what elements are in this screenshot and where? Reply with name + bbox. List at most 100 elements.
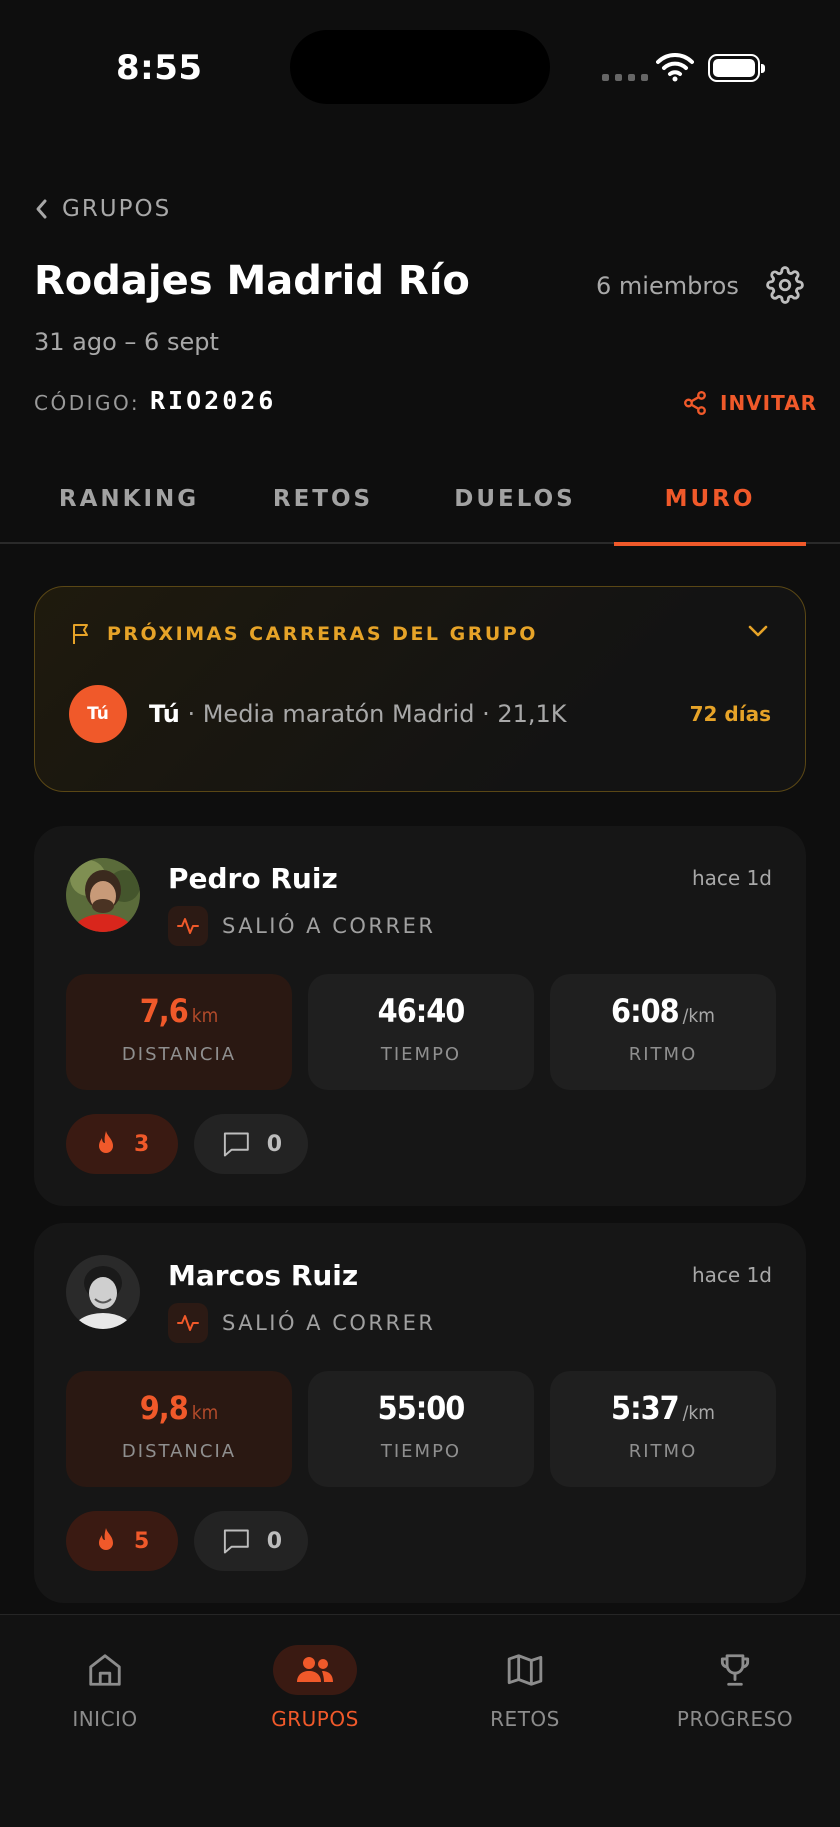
tab-duelos[interactable]: DUELOS — [420, 480, 610, 544]
comment-button[interactable]: 0 — [194, 1114, 308, 1174]
collapse-toggle[interactable] — [747, 623, 769, 642]
stat-unit: km — [191, 1402, 219, 1424]
stat-unit: /km — [682, 1005, 715, 1027]
fire-count: 5 — [134, 1528, 150, 1554]
race-avatar: Tú — [69, 685, 127, 743]
comment-icon — [223, 1132, 249, 1157]
nav-label: INICIO — [72, 1707, 138, 1731]
stat-distance: 9,8 km DISTANCIA — [66, 1371, 292, 1487]
battery-icon — [708, 54, 765, 82]
upcoming-races-header: PRÓXIMAS CARRERAS DEL GRUPO — [69, 621, 538, 647]
nav-label: RETOS — [490, 1707, 560, 1731]
stat-distance: 7,6 km DISTANCIA — [66, 974, 292, 1090]
comment-button[interactable]: 0 — [194, 1511, 308, 1571]
invite-button[interactable]: INVITAR — [682, 389, 817, 417]
time-ago: hace 1d — [691, 866, 772, 890]
gear-icon — [766, 266, 804, 304]
avatar[interactable] — [66, 1255, 140, 1329]
race-detail: · Media maratón Madrid · 21,1K — [179, 700, 567, 728]
fire-icon — [99, 1528, 113, 1550]
runner-name[interactable]: Marcos Ruiz — [168, 1259, 358, 1292]
upcoming-races-title: PRÓXIMAS CARRERAS DEL GRUPO — [107, 623, 538, 645]
race-item[interactable]: Tú Tú · Media maratón Madrid · 21,1K 72 … — [69, 685, 771, 743]
stat-label: DISTANCIA — [121, 1044, 237, 1065]
activity-card[interactable]: Marcos Ruiz hace 1d SALIÓ A CORRER 9,8 km… — [34, 1223, 806, 1603]
nav-grupos[interactable]: GRUPOS — [240, 1645, 390, 1731]
upcoming-races-card[interactable]: PRÓXIMAS CARRERAS DEL GRUPO Tú Tú · Medi… — [34, 586, 806, 792]
race-description: Tú · Media maratón Madrid · 21,1K — [149, 700, 567, 728]
race-runner: Tú — [149, 700, 180, 728]
group-tabs: RANKING RETOS DUELOS MURO — [0, 480, 840, 546]
users-icon — [297, 1657, 333, 1682]
group-title: Rodajes Madrid Río — [34, 258, 470, 304]
fire-icon — [99, 1131, 113, 1153]
back-label: GRUPOS — [62, 196, 172, 222]
stat-label: TIEMPO — [380, 1044, 462, 1065]
flag-icon — [73, 624, 88, 644]
invite-label: INVITAR — [720, 391, 818, 415]
wifi-icon — [656, 52, 694, 86]
chevron-left-icon — [36, 199, 47, 219]
activity-card[interactable]: Pedro Ruiz hace 1d SALIÓ A CORRER 7,6 km … — [34, 826, 806, 1206]
fire-count: 3 — [134, 1131, 150, 1157]
stat-value: 9,8 — [139, 1389, 189, 1427]
fire-reaction-button[interactable]: 5 — [66, 1511, 178, 1571]
reactions-row: 3 0 — [66, 1114, 308, 1174]
stat-time: 55:00 TIEMPO — [308, 1371, 534, 1487]
stat-value: 7,6 — [139, 992, 189, 1030]
stat-unit: /km — [682, 1402, 715, 1424]
map-icon — [507, 1654, 543, 1686]
stat-label: RITMO — [628, 1044, 698, 1065]
stat-value: 5:37 — [611, 1389, 680, 1427]
stat-label: RITMO — [628, 1441, 698, 1462]
activity-label: SALIÓ A CORRER — [222, 914, 436, 938]
trophy-icon — [720, 1654, 750, 1686]
members-count[interactable]: 6 miembros — [596, 272, 739, 300]
back-button[interactable]: GRUPOS — [34, 196, 171, 222]
settings-button[interactable] — [766, 266, 804, 308]
time-ago: hace 1d — [691, 1263, 772, 1287]
comment-count: 0 — [266, 1528, 282, 1554]
dynamic-island — [290, 30, 550, 104]
cellular-signal-icon — [602, 74, 648, 81]
tab-retos[interactable]: RETOS — [228, 480, 418, 544]
fire-reaction-button[interactable]: 3 — [66, 1114, 178, 1174]
stat-unit: km — [191, 1005, 219, 1027]
stat-label: TIEMPO — [380, 1441, 462, 1462]
nav-retos[interactable]: RETOS — [450, 1645, 600, 1731]
group-dates: 31 ago – 6 sept — [34, 328, 219, 356]
comment-count: 0 — [266, 1131, 282, 1157]
stats-row: 9,8 km DISTANCIA 55:00 TIEMPO 5:37/km RIT… — [66, 1371, 776, 1487]
activity-pulse-icon — [168, 1303, 208, 1343]
activity-type: SALIÓ A CORRER — [168, 1303, 435, 1343]
avatar[interactable] — [66, 858, 140, 932]
code-label: CÓDIGO: — [34, 391, 141, 415]
stat-value: 46:40 — [377, 992, 466, 1030]
activity-label: SALIÓ A CORRER — [222, 1311, 436, 1335]
share-icon — [684, 390, 706, 416]
home-icon — [89, 1654, 121, 1686]
nav-label: GRUPOS — [271, 1707, 359, 1731]
nav-progreso[interactable]: PROGRESO — [660, 1645, 810, 1731]
stat-pace: 5:37/km RITMO — [550, 1371, 776, 1487]
chevron-down-icon — [748, 625, 768, 637]
comment-icon — [223, 1529, 249, 1554]
race-countdown: 72 días — [689, 702, 771, 726]
tab-muro[interactable]: MURO — [614, 480, 806, 546]
bottom-nav: INICIO GRUPOS RETOS PROGRESO — [0, 1614, 840, 1827]
stat-label: DISTANCIA — [121, 1441, 237, 1462]
status-time: 8:55 — [116, 48, 203, 88]
runner-name[interactable]: Pedro Ruiz — [168, 862, 338, 895]
tab-ranking[interactable]: RANKING — [34, 480, 224, 544]
stats-row: 7,6 km DISTANCIA 46:40 TIEMPO 6:08/km RIT… — [66, 974, 776, 1090]
stat-pace: 6:08/km RITMO — [550, 974, 776, 1090]
stat-value: 6:08 — [611, 992, 680, 1030]
group-code: RIO2026 — [150, 386, 277, 415]
stat-value: 55:00 — [377, 1389, 466, 1427]
nav-inicio[interactable]: INICIO — [30, 1645, 180, 1731]
reactions-row: 5 0 — [66, 1511, 308, 1571]
stat-time: 46:40 TIEMPO — [308, 974, 534, 1090]
nav-label: PROGRESO — [676, 1707, 794, 1731]
activity-pulse-icon — [168, 906, 208, 946]
activity-type: SALIÓ A CORRER — [168, 906, 435, 946]
